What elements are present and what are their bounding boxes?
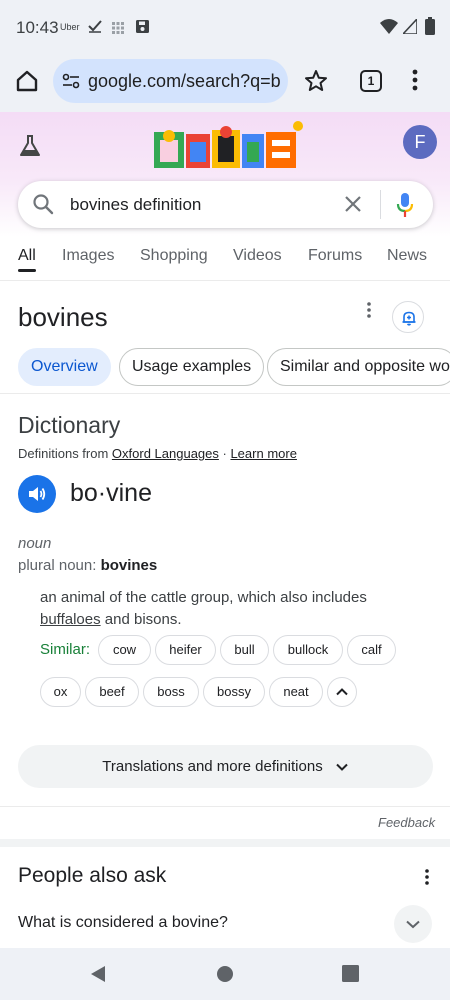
synonym-chip[interactable]: cow	[98, 635, 151, 665]
headword: bo·vine	[70, 479, 152, 507]
tab-all[interactable]: All	[18, 247, 36, 265]
url-text: google.com/search?q=b	[88, 71, 281, 91]
part-of-speech: noun	[18, 535, 52, 552]
search-icon	[32, 193, 54, 220]
chevron-up-icon	[336, 688, 348, 696]
recents-square-icon[interactable]	[342, 965, 359, 987]
site-settings-icon[interactable]	[61, 71, 81, 96]
grid-notification-icon	[112, 21, 124, 39]
synonym-chip[interactable]: bossy	[203, 677, 265, 707]
home-circle-icon[interactable]	[216, 965, 234, 988]
definition-pre: an animal of the cattle group, which als…	[40, 589, 367, 606]
synonym-chip[interactable]: ox	[40, 677, 81, 707]
paa-expand-button[interactable]	[394, 905, 432, 943]
chevron-down-icon	[406, 920, 420, 929]
source-separator: ·	[218, 446, 231, 461]
account-avatar[interactable]: F	[403, 125, 437, 159]
section-divider	[0, 393, 450, 394]
tab-forums[interactable]: Forums	[308, 247, 362, 265]
active-tab-indicator	[18, 269, 36, 272]
browser-toolbar: google.com/search?q=b 1	[0, 56, 450, 112]
follow-button[interactable]	[392, 301, 424, 333]
tab-switcher-button[interactable]: 1	[360, 70, 382, 92]
buffaloes-link[interactable]: buffaloes	[40, 611, 101, 628]
synonym-chip[interactable]: heifer	[155, 635, 216, 665]
more-definitions-label: Translations and more definitions	[102, 758, 323, 775]
section-gap	[0, 839, 450, 847]
synonym-chip[interactable]: neat	[269, 677, 323, 707]
signal-icon	[401, 16, 418, 39]
tab-news[interactable]: News	[387, 247, 427, 265]
more-definitions-button[interactable]: Translations and more definitions	[18, 745, 433, 788]
status-bar: 10:43 Uber	[0, 0, 450, 56]
synonym-chip[interactable]: beef	[85, 677, 139, 707]
definition-text: an animal of the cattle group, which als…	[40, 587, 410, 631]
learn-more-link[interactable]: Learn more	[230, 446, 296, 461]
clear-search-icon[interactable]	[343, 194, 363, 219]
result-options-icon[interactable]	[362, 300, 376, 325]
section-divider	[0, 806, 450, 807]
chip-similar-opposite[interactable]: Similar and opposite wo	[267, 348, 450, 386]
more-menu-icon[interactable]	[412, 68, 418, 97]
collapse-synonyms-button[interactable]	[327, 677, 357, 707]
chip-overview[interactable]: Overview	[18, 348, 111, 386]
dictionary-heading: Dictionary	[18, 412, 121, 438]
definition-post: and bisons.	[100, 611, 182, 628]
speaker-icon	[29, 487, 46, 501]
synonym-chip[interactable]: bullock	[273, 635, 343, 665]
save-notification-icon	[136, 20, 149, 38]
search-divider	[380, 190, 381, 219]
plural-form: plural noun: bovines	[18, 557, 157, 574]
search-input[interactable]: bovines definition	[70, 195, 201, 215]
tab-videos[interactable]: Videos	[233, 247, 282, 265]
paa-question[interactable]: What is considered a bovine?	[18, 914, 228, 932]
result-title: bovines	[18, 302, 108, 332]
check-notification-icon	[88, 19, 102, 38]
similar-label: Similar:	[40, 641, 91, 658]
pronunciation-button[interactable]	[18, 475, 56, 513]
chevron-down-icon	[335, 763, 348, 771]
tab-images[interactable]: Images	[62, 247, 114, 265]
search-type-tabs: All Images Shopping Videos Forums News	[0, 237, 450, 281]
synonym-chip[interactable]: calf	[347, 635, 396, 665]
people-also-ask-heading: People also ask	[18, 864, 167, 887]
oxford-languages-link[interactable]: Oxford Languages	[112, 446, 219, 461]
plural-prefix: plural noun:	[18, 557, 101, 574]
search-box[interactable]: bovines definition	[18, 181, 433, 228]
labs-flask-icon[interactable]	[18, 134, 42, 163]
synonym-chip[interactable]: boss	[143, 677, 199, 707]
synonym-chip[interactable]: bull	[220, 635, 269, 665]
address-bar[interactable]: google.com/search?q=b	[53, 59, 288, 103]
dictionary-source: Definitions from Oxford Languages · Lear…	[18, 446, 297, 461]
home-icon[interactable]	[12, 66, 42, 96]
google-doodle-logo[interactable]	[152, 120, 306, 170]
chip-usage-examples[interactable]: Usage examples	[119, 348, 265, 386]
status-time: 10:43	[16, 18, 59, 37]
paa-options-icon[interactable]	[420, 867, 434, 892]
bell-add-icon	[402, 311, 416, 326]
battery-icon	[425, 17, 435, 40]
voice-search-mic-icon[interactable]	[396, 192, 414, 223]
tab-shopping[interactable]: Shopping	[140, 247, 208, 265]
system-navigation-bar	[0, 948, 450, 1000]
feedback-link[interactable]: Feedback	[378, 815, 435, 830]
wifi-icon	[380, 18, 398, 39]
bookmark-star-icon[interactable]	[303, 68, 329, 99]
back-icon[interactable]	[89, 964, 107, 989]
uber-notification-icon: Uber	[60, 22, 80, 32]
source-prefix: Definitions from	[18, 446, 112, 461]
plural-word: bovines	[100, 557, 158, 574]
